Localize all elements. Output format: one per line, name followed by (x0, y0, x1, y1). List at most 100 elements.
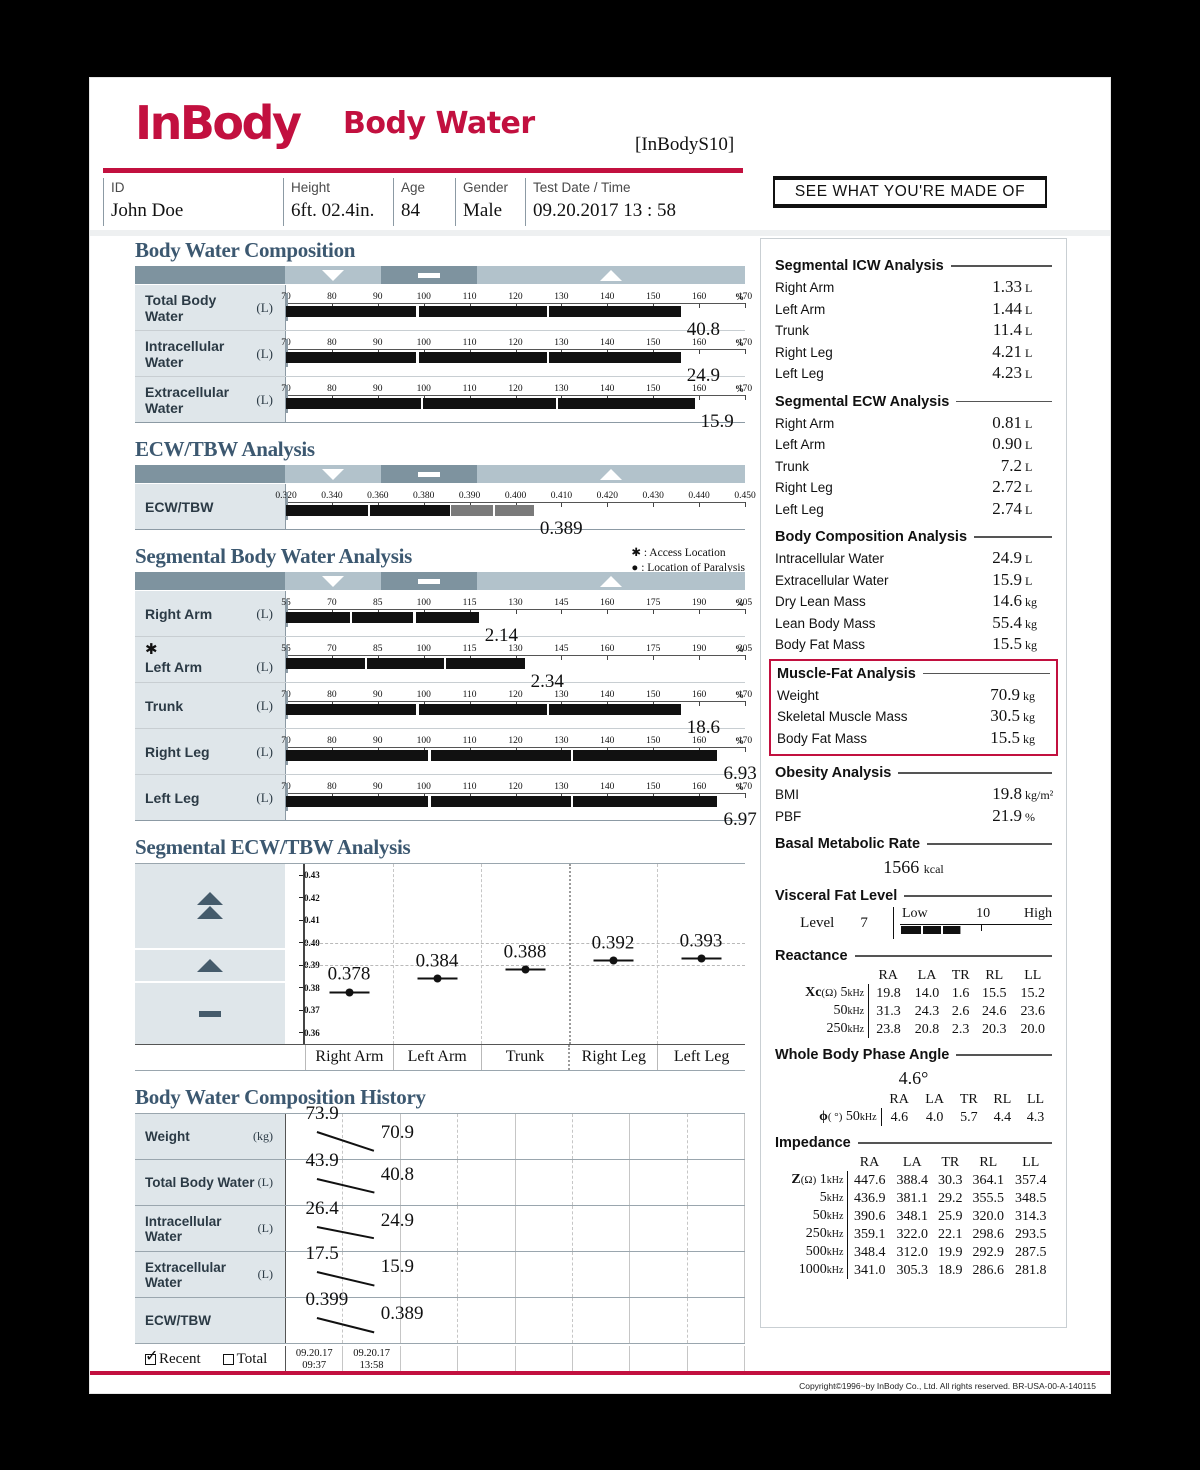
gauge-plot: 0.3200.3400.3600.3800.3900.4000.4100.420… (275, 484, 756, 539)
tick-label: 0.390 (458, 491, 481, 501)
freq-unit: kHz (847, 1024, 865, 1035)
cell-value: 4.6 (890, 1109, 909, 1125)
tick-label: 140 (600, 292, 615, 302)
section-title-segmental-ecw: Segmental ECW Analysis (775, 393, 950, 410)
history-date-cell (573, 1346, 631, 1372)
header-rule (103, 168, 743, 173)
gauge-plot: 708090100110120130140150160170%6.97 (281, 775, 757, 830)
tick-label: 0.410 (550, 491, 573, 501)
impedance-row: 500kHz 348.4 312.0 19.9 292.9 287.5 (775, 1243, 1052, 1261)
value-bar (286, 306, 681, 317)
history-column (516, 1206, 573, 1251)
history-toggle-total[interactable]: Total (222, 1351, 267, 1368)
segmental-icw-row: Trunk 11.4 L (775, 320, 1052, 342)
metric-name: Intracellular Water (145, 337, 225, 370)
history-date-cell: 09.20.17 13:58 (343, 1346, 401, 1372)
value-bar-wrap: 6.97 (286, 796, 757, 830)
section-title-history: Body Water Composition History (135, 1085, 426, 1109)
freq-unit: kHz (826, 1247, 844, 1258)
tick-label: 0.380 (413, 491, 435, 501)
bar-notch (546, 306, 550, 317)
tick-label: 130 (554, 736, 569, 746)
device-model: [InBodyS10] (635, 134, 735, 155)
column-header: RA (878, 968, 898, 983)
legend-marker: ✱ (631, 547, 641, 559)
point-marker (609, 956, 617, 965)
metric-value: 30.5 (990, 706, 1020, 725)
metric-key: BMI (775, 787, 800, 802)
bar-notch (349, 612, 353, 623)
impedance-table: RA LA TR RL LL Z(Ω) 1kHz 447.6 388.4 30.3 364.1 35… (775, 1154, 1052, 1279)
checkbox-icon[interactable] (145, 1346, 158, 1366)
checkbox-icon[interactable] (222, 1353, 234, 1365)
metric-unit: L (1025, 438, 1033, 452)
cell-value: 19.8 (876, 985, 901, 1001)
percent-symbol: % (735, 644, 744, 654)
vertical-gridline (393, 864, 394, 1044)
tick-mark (299, 964, 303, 966)
tick-mark (745, 609, 746, 614)
right-column: Segmental ICW Analysis Right Arm 1.33 L Lef… (760, 238, 1067, 1328)
section-title-segmental-ecw-tbw: Segmental ECW/TBW Analysis (135, 835, 411, 859)
section-title-muscle-fat: Muscle-Fat Analysis (777, 665, 916, 682)
cell-value: 5.7 (960, 1109, 978, 1125)
gauge-plot: 708090100110120130140150160170%6.93 (281, 729, 757, 784)
point-label: 26.4 (305, 1198, 339, 1220)
value-bar (286, 750, 718, 761)
tick-label: 70 (327, 598, 337, 608)
history-toggle-recent[interactable]: Recent (145, 1346, 201, 1368)
value-bar (286, 704, 681, 715)
field-value: John Doe (111, 200, 184, 221)
section-title-reactance: Reactance (775, 948, 848, 964)
metric-name: Trunk (145, 697, 184, 714)
report-page: InBody Body Water [InBodyS10] SEE WHAT Y… (90, 78, 1110, 1393)
range-under-band (285, 572, 381, 590)
metric-key: Extracellular Water (775, 572, 889, 588)
history-plot: 17.5 15.9 (285, 1243, 745, 1297)
gauge-plot: 557085100115130145160175190205%2.34 (281, 637, 752, 692)
bar-notch (570, 750, 574, 761)
cell-value: 348.4 (853, 1244, 886, 1260)
visceral-level-display: Level 7 (775, 915, 893, 932)
section-header: Impedance (775, 1135, 1052, 1151)
dash-icon (418, 472, 440, 477)
bar-notch (428, 750, 431, 761)
tick-label: 140 (600, 384, 615, 394)
metric-name: Left Arm (145, 659, 203, 675)
metric-name: ECW/TBW (145, 498, 214, 515)
tick-label: 110 (462, 338, 477, 348)
muscle-fat-section: Muscle-Fat Analysis Weight 70.9 kg Skeletal… (769, 658, 1058, 756)
tick-label: 145 (554, 598, 569, 608)
metric-value: 11.4 (992, 320, 1022, 339)
point-marker (433, 974, 441, 983)
tick-label: 160 (691, 338, 707, 348)
bmr-unit: kcal (923, 862, 944, 876)
axis-line (286, 655, 745, 656)
history-section: Body Water Composition History Weight (kg… (135, 1085, 745, 1374)
metric-unit: kg (1025, 595, 1037, 609)
tick-label: 70 (327, 644, 337, 654)
segmental-ecw-section: Segmental ECW Analysis Right Arm 0.81 L Lef… (775, 394, 1052, 521)
metric-unit: L (1025, 281, 1033, 295)
tick-label: 160 (691, 736, 707, 746)
cell-value: 19.9 (938, 1244, 963, 1260)
point-label: 0.399 (305, 1288, 349, 1310)
tick-label: 175 (646, 644, 661, 654)
percent-symbol: % (735, 292, 744, 302)
column-header: TR (959, 1092, 978, 1107)
freq-unit: kHz (826, 1193, 844, 1204)
row-header: Z(Ω) 1kHz (775, 1171, 849, 1189)
value-label: 15.9 (700, 411, 734, 432)
history-toggle-group[interactable]: Recent Total (135, 1346, 285, 1368)
axis-line (286, 701, 745, 702)
tick-label: 80 (327, 736, 337, 746)
cell-value: 292.9 (972, 1244, 1005, 1260)
legend-band-normal (135, 983, 285, 1044)
impedance-row: 5kHz 436.9 381.1 29.2 355.5 348.5 (775, 1189, 1052, 1207)
percent-symbol: % (735, 782, 744, 792)
cell-value: 312.0 (896, 1244, 928, 1260)
bar-notch (420, 398, 424, 409)
header-line (927, 843, 1052, 845)
metric-unit: % (1025, 809, 1035, 824)
segmental-icw-row: Left Arm 1.44 L (775, 299, 1052, 321)
